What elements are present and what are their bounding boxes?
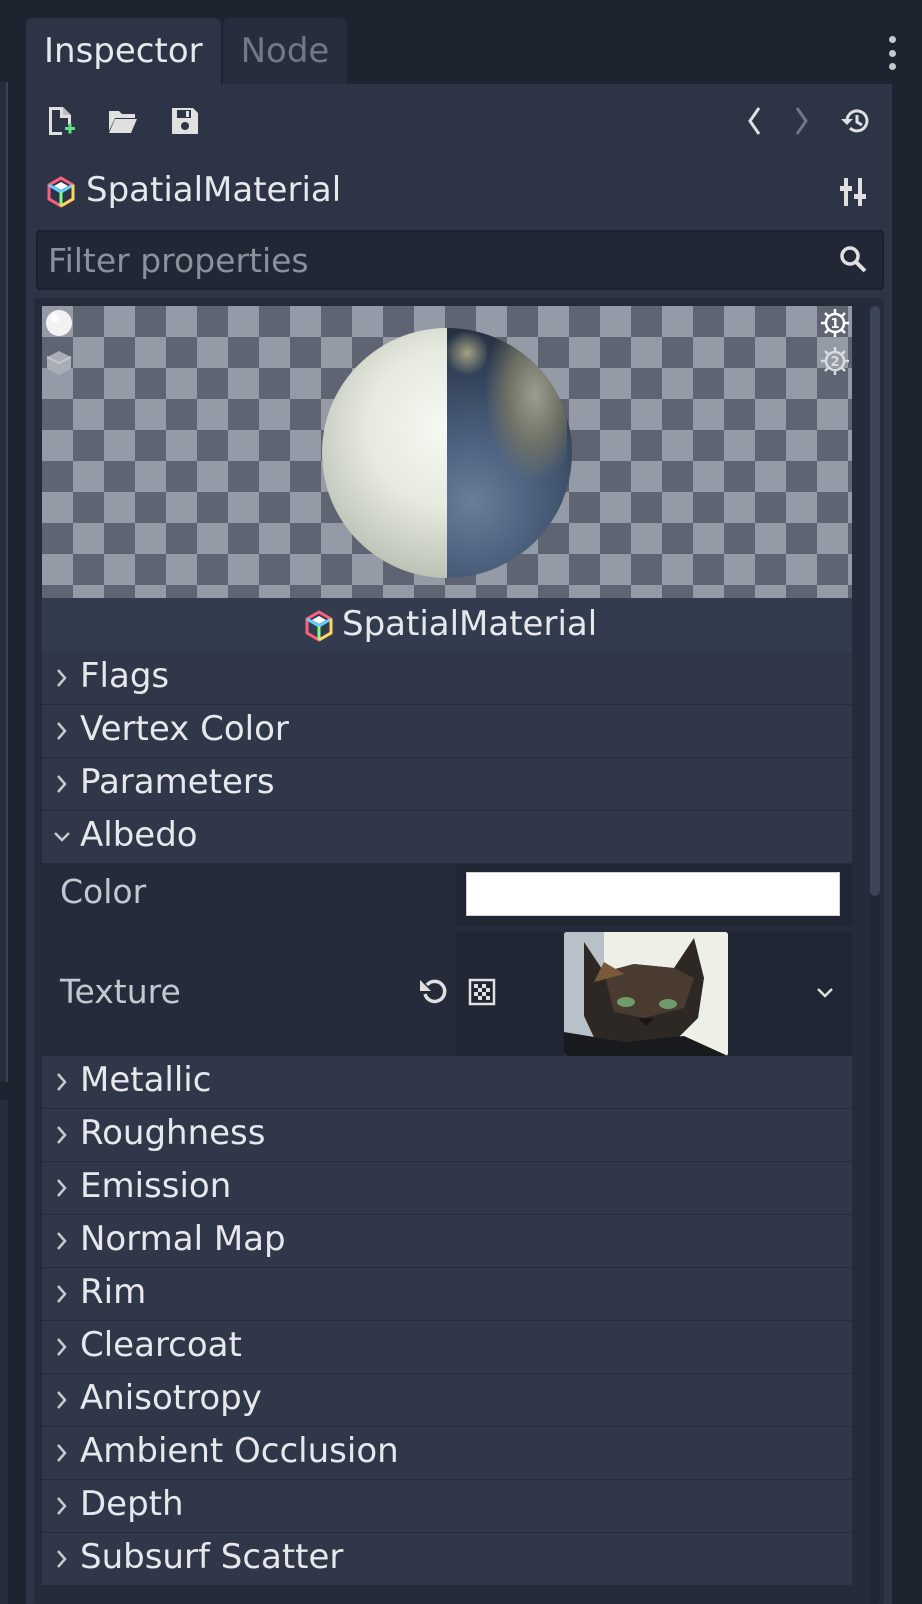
reload-icon[interactable] xyxy=(418,976,452,1010)
section-albedo[interactable]: Albedo xyxy=(42,811,852,863)
scrollbar-thumb[interactable] xyxy=(870,306,880,896)
material-cube-icon xyxy=(46,176,76,208)
section-label: Emission xyxy=(80,1166,232,1206)
dock-menu-icon[interactable] xyxy=(888,36,896,70)
albedo-color-row: Color xyxy=(42,864,852,926)
object-properties-icon[interactable] xyxy=(840,176,870,208)
forward-icon[interactable] xyxy=(784,104,818,138)
section-label: Depth xyxy=(80,1484,184,1524)
material-preview: 1 2 xyxy=(42,306,852,598)
viewport-edge xyxy=(0,82,8,1082)
chevron-right-icon xyxy=(57,669,67,687)
section-label: Albedo xyxy=(80,815,198,855)
section-label: Vertex Color xyxy=(80,709,289,749)
viewport-edge-lower xyxy=(0,1100,8,1604)
section-normal-map[interactable]: Normal Map xyxy=(42,1215,852,1267)
light-2-icon[interactable]: 2 xyxy=(820,346,850,376)
history-icon[interactable] xyxy=(838,104,872,138)
chevron-right-icon xyxy=(57,1232,67,1250)
sphere-preview-icon[interactable] xyxy=(44,308,74,338)
chevron-down-icon xyxy=(54,832,70,842)
albedo-color-label: Color xyxy=(60,872,147,911)
section-clearcoat[interactable]: Clearcoat xyxy=(42,1321,852,1373)
section-label: Roughness xyxy=(80,1113,266,1153)
chevron-right-icon xyxy=(57,775,67,793)
properties-list: 1 2 SpatialMaterial Flags Vertex Color P… xyxy=(34,298,884,1604)
resource-row: SpatialMaterial xyxy=(26,160,892,224)
chevron-right-icon xyxy=(57,1550,67,1568)
chevron-right-icon xyxy=(57,1391,67,1409)
section-label: Anisotropy xyxy=(80,1378,262,1418)
section-label: Parameters xyxy=(80,762,275,802)
dock-tabs: Inspector Node xyxy=(26,18,349,84)
section-label: Normal Map xyxy=(80,1219,286,1259)
section-emission[interactable]: Emission xyxy=(42,1162,852,1214)
texture-thumbnail[interactable] xyxy=(564,932,728,1056)
tab-inspector[interactable]: Inspector xyxy=(26,18,221,84)
chevron-right-icon xyxy=(57,1126,67,1144)
section-flags[interactable]: Flags xyxy=(42,652,852,704)
section-label: Clearcoat xyxy=(80,1325,242,1365)
inspector-panel: SpatialMaterial Filter properties 1 2 Sp… xyxy=(26,84,892,1604)
open-folder-icon[interactable] xyxy=(106,104,140,138)
box-preview-icon[interactable] xyxy=(44,348,74,378)
new-resource-icon[interactable] xyxy=(44,104,78,138)
section-label: Flags xyxy=(80,656,170,696)
filter-properties-input[interactable] xyxy=(38,232,818,288)
svg-text:1: 1 xyxy=(830,317,839,332)
light-1-icon[interactable]: 1 xyxy=(820,308,850,338)
inspector-toolbar xyxy=(26,84,892,160)
tab-node[interactable]: Node xyxy=(222,18,348,84)
albedo-texture-label: Texture xyxy=(60,972,181,1011)
svg-text:2: 2 xyxy=(830,355,839,370)
section-ambient-occlusion[interactable]: Ambient Occlusion xyxy=(42,1427,852,1479)
properties-scrollbar[interactable] xyxy=(870,306,880,1604)
albedo-texture-cell xyxy=(456,932,852,1056)
material-header-title: SpatialMaterial xyxy=(342,604,598,644)
section-label: Ambient Occlusion xyxy=(80,1431,399,1471)
section-label: Subsurf Scatter xyxy=(80,1537,344,1577)
back-icon[interactable] xyxy=(738,104,772,138)
section-vertex-color[interactable]: Vertex Color xyxy=(42,705,852,757)
section-depth[interactable]: Depth xyxy=(42,1480,852,1532)
section-metallic[interactable]: Metallic xyxy=(42,1056,852,1108)
chevron-right-icon xyxy=(57,1073,67,1091)
albedo-texture-row: Texture xyxy=(42,932,852,1056)
search-icon xyxy=(838,244,870,276)
chevron-right-icon xyxy=(57,1285,67,1303)
chevron-right-icon xyxy=(57,722,67,740)
streamtexture-icon[interactable] xyxy=(468,978,498,1008)
section-parameters[interactable]: Parameters xyxy=(42,758,852,810)
save-icon[interactable] xyxy=(168,104,202,138)
section-label: Rim xyxy=(80,1272,147,1312)
filter-properties-field[interactable] xyxy=(36,230,884,290)
section-rim[interactable]: Rim xyxy=(42,1268,852,1320)
albedo-color-picker[interactable] xyxy=(466,872,840,916)
inspector-dock: Inspector Node SpatialMaterial Filter pr… xyxy=(26,0,922,1604)
material-cube-icon xyxy=(304,610,334,642)
section-anisotropy[interactable]: Anisotropy xyxy=(42,1374,852,1426)
section-label: Metallic xyxy=(80,1060,212,1100)
chevron-right-icon xyxy=(57,1179,67,1197)
resource-title: SpatialMaterial xyxy=(86,170,342,210)
section-roughness[interactable]: Roughness xyxy=(42,1109,852,1161)
material-header[interactable]: SpatialMaterial xyxy=(42,598,852,652)
chevron-right-icon xyxy=(57,1444,67,1462)
chevron-right-icon xyxy=(57,1338,67,1356)
albedo-color-cell xyxy=(456,864,852,926)
section-subsurf-scatter[interactable]: Subsurf Scatter xyxy=(42,1533,852,1585)
preview-sphere xyxy=(322,328,572,578)
chevron-down-icon[interactable] xyxy=(814,982,838,1006)
chevron-right-icon xyxy=(57,1497,67,1515)
